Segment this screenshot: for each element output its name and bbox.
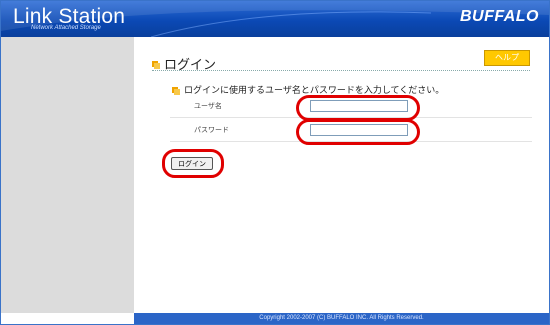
buffalo-logo: BUFFALO	[459, 8, 539, 25]
header-bar: Link Station Network Attached Storage BU…	[1, 1, 549, 37]
username-label: ユーザ名	[194, 103, 222, 110]
username-row: ユーザ名	[170, 97, 532, 118]
instruction-text: ログインに使用するユーザ名とパスワードを入力してください。	[184, 85, 445, 95]
footer-copyright: Copyright 2002-2007 (C) BUFFALO INC. All…	[134, 313, 549, 324]
title-bullet-icon	[152, 60, 160, 69]
sidebar	[1, 37, 134, 313]
browser-frame: Link Station Network Attached Storage BU…	[0, 0, 550, 325]
logo-subtitle: Network Attached Storage	[31, 25, 101, 31]
password-row: パスワード	[170, 121, 532, 142]
password-input[interactable]	[310, 124, 408, 136]
instruction-bullet-icon	[172, 86, 180, 95]
main-content: ログイン ヘルプ ログインに使用するユーザ名とパスワードを入力してください。 ユ…	[134, 37, 549, 313]
title-divider	[152, 70, 530, 71]
instruction-row: ログインに使用するユーザ名とパスワードを入力してください。	[172, 83, 444, 96]
password-label: パスワード	[194, 127, 229, 134]
username-input[interactable]	[310, 100, 408, 112]
help-button[interactable]: ヘルプ	[484, 50, 530, 66]
login-button[interactable]: ログイン	[171, 157, 213, 170]
